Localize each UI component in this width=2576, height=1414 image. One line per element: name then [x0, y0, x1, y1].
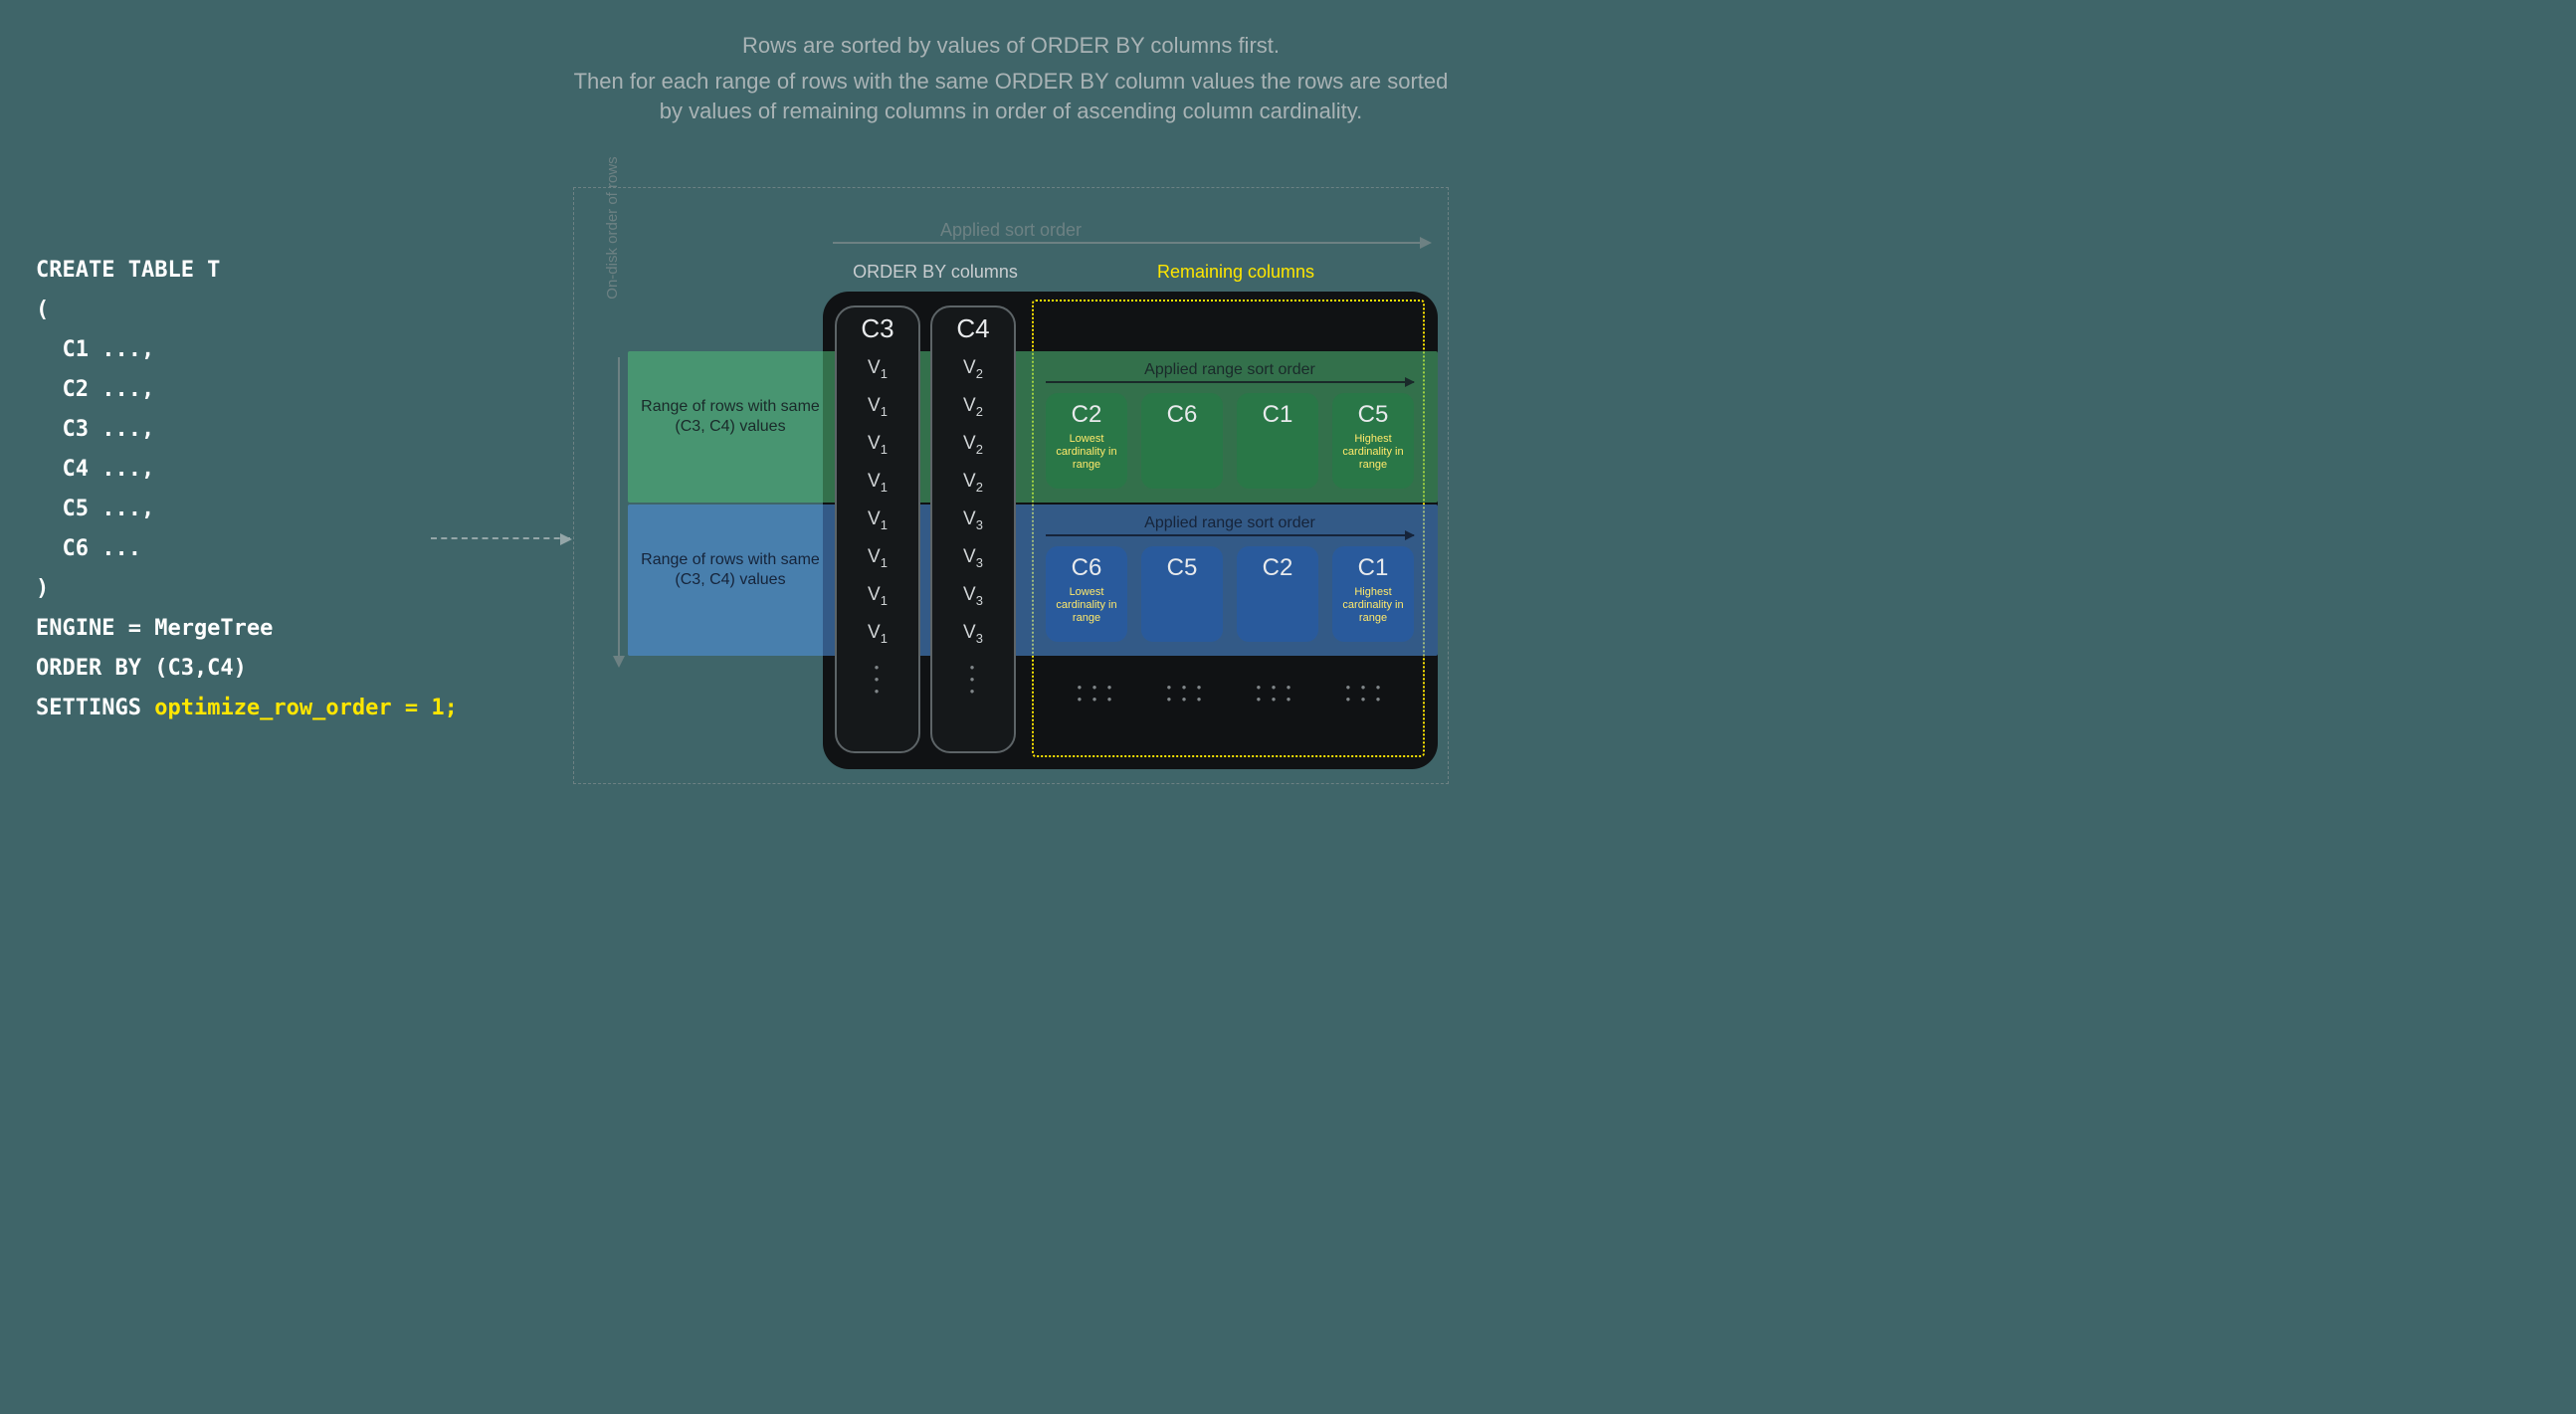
storage-panel: Range of rows with same (C3, C4) values …	[823, 292, 1438, 769]
orderby-col-c4: C4 V2 V2 V2 V2 V3 V3 V3 V3 ●●●	[930, 305, 1016, 753]
chip-green-3: C1	[1237, 393, 1318, 489]
range-label-1: Range of rows with same (C3, C4) values	[636, 397, 825, 437]
desc-line-2: Then for each range of rows with the sam…	[573, 67, 1449, 126]
orderby-columns-label: ORDER BY columns	[841, 262, 1030, 283]
range-sort-arrow-2	[1046, 534, 1414, 536]
chip-blue-1: C6Lowest cardinality in range	[1046, 546, 1127, 642]
range-label-2: Range of rows with same (C3, C4) values	[636, 550, 825, 590]
ondisk-order-arrow	[618, 357, 620, 666]
sql-code: CREATE TABLE T ( C1 ..., C2 ..., C3 ...,…	[36, 251, 458, 728]
applied-sort-order-label: Applied sort order	[574, 220, 1448, 241]
chip-blue-3: C2	[1237, 546, 1318, 642]
link-arrow	[431, 537, 570, 539]
chip-blue-2: C5	[1141, 546, 1223, 642]
chip-green-2: C6	[1141, 393, 1223, 489]
range-sort-label-1: Applied range sort order	[1046, 361, 1414, 379]
remaining-dots: ● ● ●● ● ● ● ● ●● ● ● ● ● ●● ● ● ● ● ●● …	[1052, 682, 1410, 706]
applied-sort-order-arrow	[833, 242, 1430, 244]
range-sort-arrow-1	[1046, 381, 1414, 383]
range-band-1: Range of rows with same (C3, C4) values …	[628, 351, 1438, 503]
dots-c4: ●●●	[932, 662, 1014, 698]
diagram-frame: Applied sort order ORDER BY columns Rema…	[573, 187, 1449, 784]
orderby-col-c3: C3 V1 V1 V1 V1 V1 V1 V1 V1 ●●●	[835, 305, 920, 753]
description: Rows are sorted by values of ORDER BY co…	[573, 25, 1449, 132]
chip-blue-4: C1Highest cardinality in range	[1332, 546, 1414, 642]
chip-green-1: C2Lowest cardinality in range	[1046, 393, 1127, 489]
chip-green-4: C5Highest cardinality in range	[1332, 393, 1414, 489]
remaining-columns-label: Remaining columns	[1042, 262, 1430, 283]
ondisk-order-label: On-disk order of rows	[604, 89, 621, 367]
desc-line-1: Rows are sorted by values of ORDER BY co…	[573, 31, 1449, 61]
range-sort-label-2: Applied range sort order	[1046, 514, 1414, 532]
dots-c3: ●●●	[837, 662, 918, 698]
range-band-2: Range of rows with same (C3, C4) values …	[628, 505, 1438, 656]
